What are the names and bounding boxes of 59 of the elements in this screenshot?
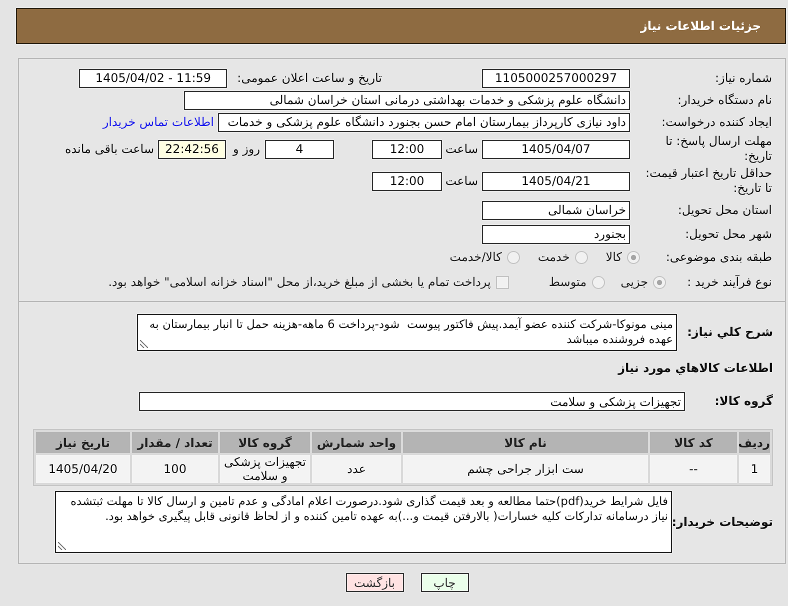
column-header: نام کالا (403, 432, 648, 453)
goods-group-field[interactable]: تجهیزات پزشکی و سلامت (139, 392, 685, 411)
buyer-org-label: نام دستگاه خریدار: (676, 92, 772, 108)
validity-time-field[interactable]: 12:00 (372, 172, 442, 190)
need-number-field[interactable]: 1105000257000297 (482, 68, 630, 88)
buyer-notes-label: توضیحات خریدار: (672, 514, 773, 530)
radio-label: جزیی (620, 275, 648, 289)
table-cell: -- (650, 455, 737, 483)
remaining-time-label: ساعت باقی مانده (64, 142, 154, 156)
announce-date-field[interactable]: 1405/04/02 - 11:59 (79, 68, 228, 88)
description-label: شرح کلي نیاز: (686, 325, 773, 340)
buyer-contact-link[interactable]: اطلاعات تماس خریدار (102, 115, 214, 129)
reply-deadline-label: مهلت ارسال پاسخ: تا تاریخ: (664, 134, 772, 164)
column-header: کد کالا (650, 432, 737, 453)
delivery-city-label: شهر محل تحویل: (684, 226, 772, 242)
radio-label: کالا (606, 250, 622, 264)
requester-label: ایجاد کننده درخواست: (660, 114, 772, 130)
delivery-province-field[interactable]: خراسان شمالی (482, 200, 630, 220)
goods-group-label: گروه کالا: (714, 394, 773, 409)
back-button[interactable]: بازگشت (346, 573, 404, 592)
delivery-city-field[interactable]: بجنورد (482, 224, 630, 244)
description-textarea[interactable]: مینی مونوکا-شرکت کننده عضو آیمد.پیش فاکتور پیوست شود-پرداخت 6 ماهه-هزینه حمل تا انبار بیمارستان به عهده فروشنده میباشد (137, 314, 677, 351)
remaining-time-field[interactable]: 22:42:56 (158, 140, 226, 158)
column-header: گروه کالا (220, 432, 310, 453)
radio-label: متوسط (548, 275, 587, 289)
reply-time-field[interactable]: 12:00 (372, 140, 442, 158)
radio-label: خدمت (538, 250, 570, 264)
table-cell: 1 (739, 455, 770, 483)
page-title: جزئیات اطلاعات نیاز (640, 19, 761, 33)
resize-grip-icon[interactable] (140, 340, 148, 348)
need-number-label: شماره نیاز: (714, 70, 772, 86)
column-header: تاریخ نیاز (36, 432, 130, 453)
table-cell: عدد (312, 455, 401, 483)
delivery-province-label: استان محل تحویل: (676, 202, 772, 218)
reply-date-field[interactable]: 1405/04/07 (482, 140, 630, 158)
checkbox-label: پرداخت تمام یا بخشی از مبلغ خرید،از محل "اسناد خزانه اسلامی" خواهد بود. (108, 275, 491, 289)
radio-label: کالا/خدمت (450, 250, 502, 264)
days-label: روز و (233, 142, 260, 156)
subject-category-label: طبقه بندی موضوعی: (664, 250, 772, 264)
column-header: تعداد / مقدار (132, 432, 218, 453)
price-validity-label: حداقل تاریخ اعتبار قیمت: تا تاریخ: (644, 166, 772, 196)
print-button[interactable]: چاپ (420, 573, 468, 592)
resize-grip-icon[interactable] (58, 542, 66, 550)
time-label: ساعت (444, 142, 478, 156)
column-header: ردیف (739, 432, 770, 453)
table-cell: 100 (132, 455, 218, 483)
table-cell: ست ابزار جراحی چشم (403, 455, 648, 483)
validity-date-field[interactable]: 1405/04/21 (482, 172, 630, 190)
announce-date-label: تاریخ و ساعت اعلان عمومی: (237, 70, 382, 86)
table-cell: 1405/04/20 (36, 455, 130, 483)
table-cell: تجهیزات پزشکی و سلامت (220, 455, 310, 483)
requester-field[interactable]: داود نیازی کارپرداز بیمارستان امام حسن بجنورد دانشگاه علوم پزشکی و خدمات (218, 112, 630, 132)
buyer-notes-textarea[interactable]: فایل شرایط خرید(pdf)حتما مطالعه و بعد قیمت گذاری شود.درصورت اعلام امادگی و عدم تامین و ارسال کالا تا مهلت ثبتشده نیاز درسامانه تدارکات کلیه خسارات( بالارفتن قیمت و...)به عهده تامین کننده و از لحاظ قانونی قابل پیگیری خواهد بود. (55, 491, 672, 553)
column-header: واحد شمارش (312, 432, 401, 453)
days-field[interactable]: 4 (265, 140, 334, 158)
time-label: ساعت (444, 174, 478, 188)
purchase-process-label: نوع فرآیند خرید : (686, 274, 772, 290)
goods-section-title: اطلاعات کالاهاي مورد نیاز (618, 360, 773, 376)
buyer-org-field[interactable]: دانشگاه علوم پزشکی و خدمات بهداشتی درمانی استان خراسان شمالی (184, 90, 630, 110)
